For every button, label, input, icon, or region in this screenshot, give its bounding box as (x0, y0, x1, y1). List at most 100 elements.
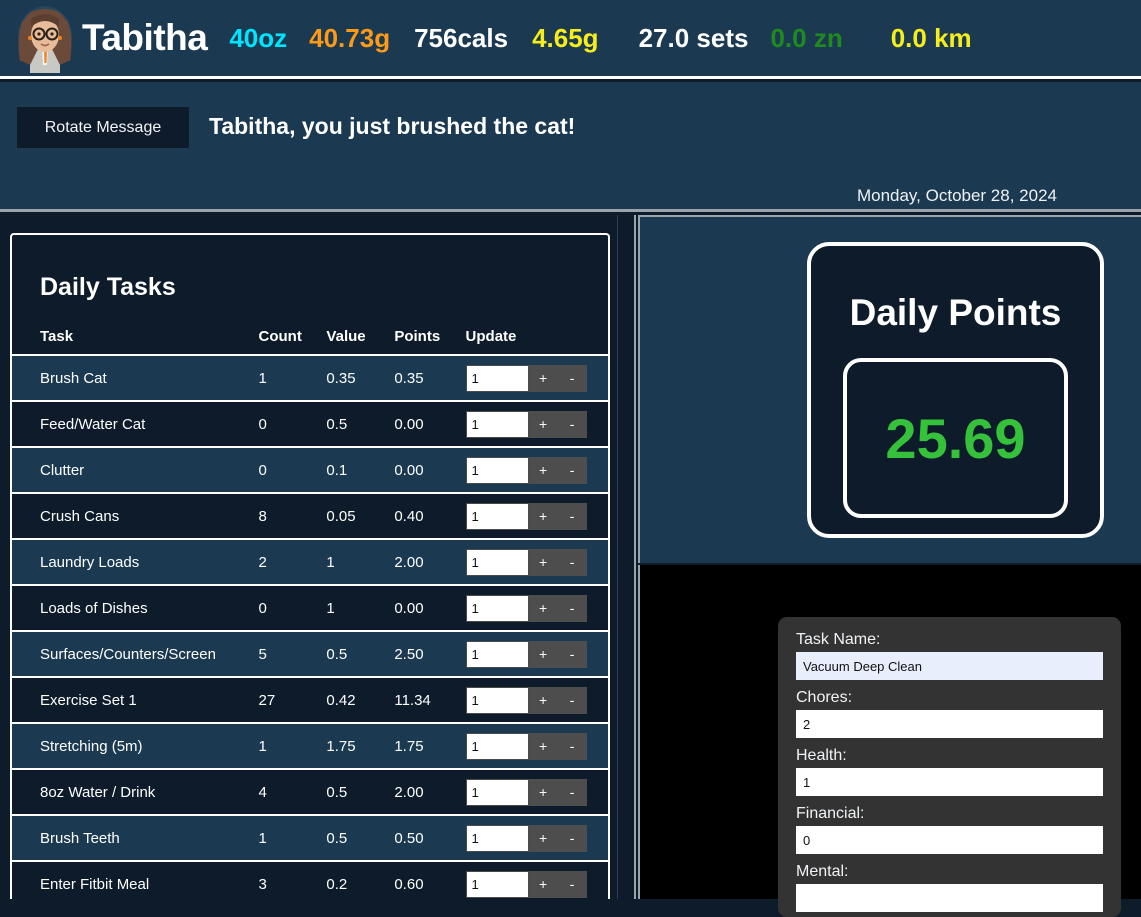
task-update-input[interactable] (465, 778, 529, 806)
daily-points-value: 25.69 (885, 406, 1026, 470)
task-update-input[interactable] (465, 364, 529, 392)
form-label: Health: (796, 747, 847, 764)
task-points-cell: 0.35 (394, 355, 466, 402)
rotate-message-button[interactable]: Rotate Message (17, 107, 189, 148)
form-label: Chores: (796, 689, 853, 706)
form-input[interactable] (796, 652, 1103, 680)
task-update-input[interactable] (465, 732, 529, 760)
task-decrement-button[interactable]: - (557, 594, 587, 622)
task-decrement-button[interactable]: - (557, 870, 587, 898)
task-update-controls: +- (465, 640, 588, 668)
top-stats-bar: Tabitha 40oz 40.73g 756cals 4.65g 27.0 s… (0, 0, 1141, 79)
task-decrement-button[interactable]: - (557, 456, 587, 484)
task-update-controls: +- (465, 732, 588, 760)
task-count-cell: 8 (258, 493, 327, 540)
column-header-value: Value (326, 322, 395, 356)
table-row: Crush Cans80.050.40+- (12, 493, 608, 540)
task-name-cell: Enter Fitbit Meal (12, 861, 259, 899)
task-count-cell: 27 (258, 677, 327, 724)
task-update-input[interactable] (465, 594, 529, 622)
task-form: Task Name: Chores: Health: Financial: Mental… (778, 617, 1121, 917)
task-update-controls: +- (465, 548, 588, 576)
task-decrement-button[interactable]: - (557, 364, 587, 392)
task-name-cell: Stretching (5m) (12, 723, 259, 770)
task-update-cell: +- (465, 769, 608, 816)
task-update-input[interactable] (465, 410, 529, 438)
task-increment-button[interactable]: + (528, 686, 558, 714)
task-decrement-button[interactable]: - (557, 686, 587, 714)
task-update-controls: +- (465, 502, 588, 530)
table-row: Surfaces/Counters/Screen50.52.50+- (12, 631, 608, 678)
task-decrement-button[interactable]: - (557, 640, 587, 668)
task-decrement-button[interactable]: - (557, 548, 587, 576)
task-increment-button[interactable]: + (528, 594, 558, 622)
column-header-count: Count (258, 322, 327, 356)
form-input[interactable] (796, 710, 1103, 738)
task-name-cell: Loads of Dishes (12, 585, 259, 632)
form-input[interactable] (796, 826, 1103, 854)
task-increment-button[interactable]: + (528, 502, 558, 530)
task-update-input[interactable] (465, 456, 529, 484)
task-count-cell: 1 (258, 723, 327, 770)
task-update-cell: +- (465, 815, 608, 862)
task-value-cell: 1 (326, 585, 395, 632)
column-header-update: Update (465, 322, 608, 356)
task-form-region: Task Name: Chores: Health: Financial: Mental… (638, 565, 1141, 917)
task-increment-button[interactable]: + (528, 640, 558, 668)
task-update-input[interactable] (465, 640, 529, 668)
task-decrement-button[interactable]: - (557, 410, 587, 438)
tasks-scrollbar-track[interactable] (617, 215, 631, 899)
task-update-cell: +- (465, 447, 608, 494)
task-increment-button[interactable]: + (528, 364, 558, 392)
column-header-points: Points (394, 322, 466, 356)
form-input[interactable] (796, 768, 1103, 796)
daily-points-region: Daily Points 25.69 (638, 215, 1141, 563)
table-row: Brush Cat10.350.35+- (12, 355, 608, 402)
table-row: Enter Fitbit Meal30.20.60+- (12, 861, 608, 899)
task-count-cell: 0 (258, 447, 327, 494)
task-increment-button[interactable]: + (528, 548, 558, 576)
task-value-cell: 0.5 (326, 401, 395, 448)
task-points-cell: 2.50 (394, 631, 466, 678)
task-update-controls: +- (465, 594, 588, 622)
daily-tasks-card: Daily Tasks Task Count Value Points Upda… (10, 233, 610, 899)
task-name-cell: Crush Cans (12, 493, 259, 540)
task-decrement-button[interactable]: - (557, 824, 587, 852)
task-update-cell: +- (465, 585, 608, 632)
task-update-input[interactable] (465, 824, 529, 852)
task-name-cell: Feed/Water Cat (12, 401, 259, 448)
rotating-message-text: Tabitha, you just brushed the cat! (209, 113, 576, 139)
task-name-cell: Brush Teeth (12, 815, 259, 862)
task-update-input[interactable] (465, 502, 529, 530)
table-row: Clutter00.10.00+- (12, 447, 608, 494)
table-row: Loads of Dishes010.00+- (12, 585, 608, 632)
task-update-input[interactable] (465, 548, 529, 576)
task-value-cell: 1.75 (326, 723, 395, 770)
daily-tasks-title: Daily Tasks (40, 273, 176, 301)
task-points-cell: 0.50 (394, 815, 466, 862)
task-count-cell: 1 (258, 815, 327, 862)
metric-distance: 0.0 km (890, 22, 972, 53)
task-increment-button[interactable]: + (528, 732, 558, 760)
task-increment-button[interactable]: + (528, 870, 558, 898)
task-points-cell: 0.60 (394, 861, 466, 899)
task-value-cell: 0.5 (326, 769, 395, 816)
task-update-input[interactable] (465, 870, 529, 898)
table-row: Laundry Loads212.00+- (12, 539, 608, 586)
task-decrement-button[interactable]: - (557, 778, 587, 806)
task-count-cell: 4 (258, 769, 327, 816)
table-row: 8oz Water / Drink40.52.00+- (12, 769, 608, 816)
form-input[interactable] (796, 884, 1103, 912)
task-update-cell: +- (465, 355, 608, 402)
metric-carbs: 40.73g (309, 22, 391, 53)
task-update-cell: +- (465, 401, 608, 448)
task-update-controls: +- (465, 364, 588, 392)
task-decrement-button[interactable]: - (557, 502, 587, 530)
task-decrement-button[interactable]: - (557, 732, 587, 760)
task-increment-button[interactable]: + (528, 824, 558, 852)
task-increment-button[interactable]: + (528, 778, 558, 806)
task-increment-button[interactable]: + (528, 410, 558, 438)
task-increment-button[interactable]: + (528, 456, 558, 484)
task-update-input[interactable] (465, 686, 529, 714)
task-update-cell: +- (465, 539, 608, 586)
